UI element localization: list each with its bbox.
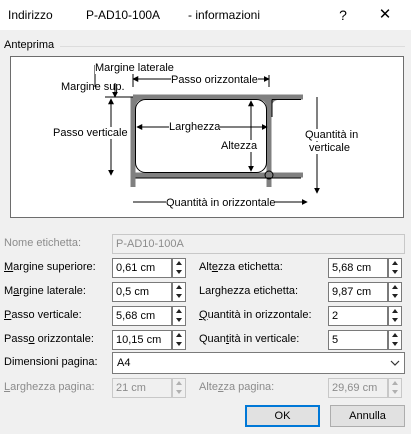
label-outline [135,99,267,173]
stepper-down-icon[interactable] [389,316,401,325]
margine-laterale-field[interactable]: 0,5 cm [112,282,172,302]
larghezza-etichetta-field[interactable]: 9,87 cm [328,282,388,302]
stepper-up-icon[interactable] [389,283,401,292]
larghezza-etichetta-stepper[interactable] [388,282,402,302]
stepper-down-icon[interactable] [173,340,185,349]
stepper-down-icon[interactable] [173,268,185,277]
altezza-pagina-label: Altezza pagina: [199,381,275,393]
quantita-verticale-label: Quantità in verticale: [199,333,300,345]
larghezza-etichetta-label: Larghezza etichetta: [199,285,299,297]
label-passo-verticale: Passo verticale [53,127,128,139]
quantita-orizzontale-field[interactable]: 2 [328,306,388,326]
quantita-orizzontale-stepper[interactable] [388,306,402,326]
margine-laterale-stepper[interactable] [172,282,186,302]
stepper-down-icon[interactable] [389,292,401,301]
margine-laterale-label: Margine laterale: [4,285,86,297]
label-grid [130,94,303,187]
stepper-down-icon[interactable] [173,316,185,325]
window-title-label-name: P-AD10-100A [86,8,161,22]
passo-orizzontale-label: Passo orizzontale: [4,333,94,345]
quantita-verticale-stepper[interactable] [388,330,402,350]
title-bar: Indirizzo P-AD10-100A - informazioni ? ✕ [0,0,411,30]
close-button[interactable]: ✕ [370,3,400,27]
chevron-down-icon [390,360,400,366]
label-quantita-verticale-line1: Quantità in [305,129,359,141]
larghezza-pagina-stepper[interactable] [172,378,186,398]
window-title-suffix: - informazioni [188,8,261,22]
altezza-etichetta-label: Altezza etichetta: [199,261,283,273]
stepper-up-icon[interactable] [389,331,401,340]
label-margine-sup: Margine sup. [61,81,125,93]
stepper-up-icon[interactable] [389,307,401,316]
dimensioni-pagina-value: A4 [117,357,131,369]
stepper-up-icon[interactable] [173,283,185,292]
label-quantita-orizzontale: Quantità in orizzontale [166,197,276,209]
altezza-pagina-field[interactable]: 29,69 cm [328,378,388,398]
quantita-verticale-field[interactable]: 5 [328,330,388,350]
larghezza-pagina-label: Larghezza pagina: [4,381,95,393]
nome-etichetta-label: Nome etichetta: [4,237,82,249]
stepper-up-icon[interactable] [389,259,401,268]
stepper-down-icon[interactable] [173,292,185,301]
passo-verticale-field[interactable]: 5,68 cm [112,306,172,326]
label-quantita-verticale-line2: verticale [309,142,350,154]
window-title-prefix: Indirizzo [8,8,53,22]
stepper-down-icon[interactable] [389,340,401,349]
quantita-orizzontale-label: Quantità in orizzontale: [199,309,312,321]
stepper-up-icon[interactable] [389,379,401,388]
label-altezza: Altezza [221,140,258,152]
cancel-button[interactable]: Annulla [330,405,405,427]
altezza-etichetta-field[interactable]: 5,68 cm [328,258,388,278]
help-button[interactable]: ? [330,3,356,27]
stepper-up-icon[interactable] [173,331,185,340]
stepper-down-icon[interactable] [173,388,185,397]
stepper-up-icon[interactable] [173,307,185,316]
margine-superiore-stepper[interactable] [172,258,186,278]
dimensioni-pagina-select[interactable]: A4 [112,352,405,374]
stepper-up-icon[interactable] [173,379,185,388]
passo-orizzontale-field[interactable]: 10,15 cm [112,330,172,350]
stepper-down-icon[interactable] [389,268,401,277]
nome-etichetta-field[interactable]: P-AD10-100A [112,234,405,254]
stepper-down-icon[interactable] [389,388,401,397]
passo-verticale-stepper[interactable] [172,306,186,326]
preview-group-divider [60,46,405,47]
label-larghezza: Larghezza [169,121,221,133]
label-preview-panel: Margine laterale Passo orizzontale Margi… [10,56,404,218]
altezza-etichetta-stepper[interactable] [388,258,402,278]
margine-superiore-field[interactable]: 0,61 cm [112,258,172,278]
label-passo-orizzontale: Passo orizzontale [171,74,258,86]
altezza-pagina-stepper[interactable] [388,378,402,398]
passo-orizzontale-stepper[interactable] [172,330,186,350]
dimensioni-pagina-label: Dimensioni pagina: [4,356,98,368]
stepper-up-icon[interactable] [173,259,185,268]
label-margine-laterale: Margine laterale [95,62,174,74]
preview-group-label: Anteprima [4,39,55,51]
larghezza-pagina-field[interactable]: 21 cm [112,378,172,398]
ok-button[interactable]: OK [245,405,320,427]
margine-superiore-label: Margine superiore: [4,261,96,273]
passo-verticale-label: Passo verticale: [4,309,82,321]
